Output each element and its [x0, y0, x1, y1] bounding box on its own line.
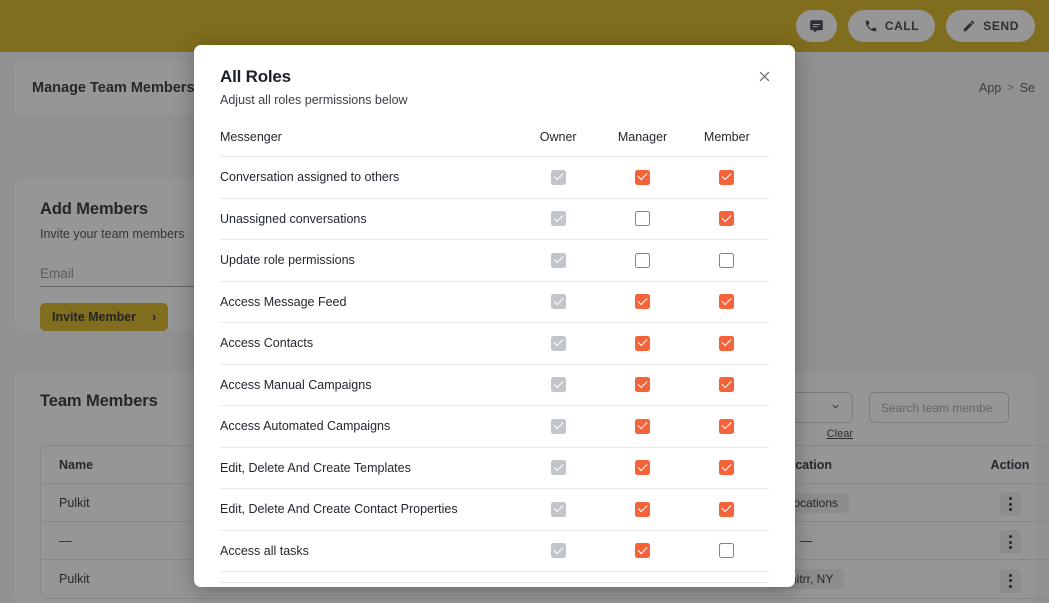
permission-row: Access Message Feed	[220, 282, 769, 323]
permission-row: Edit, Delete And Create Templates	[220, 448, 769, 489]
column-header-member: Member	[703, 130, 750, 144]
permission-label: Access Contacts	[220, 336, 314, 351]
permission-label: Edit, Delete And Create Templates	[220, 460, 411, 475]
checkbox-owner	[550, 335, 566, 351]
checkbox-manager[interactable]	[635, 377, 651, 393]
permission-label: Conversation assigned to others	[220, 170, 400, 185]
checkbox-manager[interactable]	[635, 460, 651, 476]
permission-row: Conversation assigned to others	[220, 157, 769, 199]
checkbox-member[interactable]	[719, 252, 735, 268]
permission-row: Access Contacts	[220, 323, 769, 365]
permission-row: Access Manual Campaigns	[220, 365, 769, 406]
checkbox-owner	[550, 169, 566, 185]
modal-subtitle: Adjust all roles permissions below	[220, 93, 408, 107]
checkbox-owner	[550, 460, 566, 476]
permission-row: Access all tasks	[220, 531, 769, 572]
modal-header: All Roles Adjust all roles permissions b…	[194, 45, 795, 107]
modal-footer	[220, 582, 769, 587]
checkbox-member[interactable]	[719, 377, 735, 393]
checkbox-member[interactable]	[719, 169, 735, 185]
checkbox-manager[interactable]	[635, 252, 651, 268]
all-roles-modal: All Roles Adjust all roles permissions b…	[194, 45, 795, 587]
checkbox-manager[interactable]	[635, 169, 651, 185]
permission-label: Edit, Delete And Create Contact Properti…	[220, 502, 458, 517]
checkbox-owner	[550, 252, 566, 268]
permission-row: Unassigned conversations	[220, 199, 769, 240]
column-header-owner: Owner	[539, 130, 577, 144]
column-header-manager: Manager	[617, 130, 668, 144]
checkbox-manager[interactable]	[635, 294, 651, 310]
checkbox-manager[interactable]	[635, 335, 651, 351]
permission-row: Update role permissions	[220, 240, 769, 282]
permission-row: Access Automated Campaigns	[220, 406, 769, 448]
checkbox-owner	[550, 211, 566, 227]
checkbox-owner	[550, 501, 566, 517]
checkbox-manager[interactable]	[635, 501, 651, 517]
permissions-header-row: Messenger Owner Manager Member	[220, 127, 769, 157]
checkbox-member[interactable]	[719, 211, 735, 227]
permission-label: Access Automated Campaigns	[220, 419, 391, 434]
column-header-messenger: Messenger	[220, 130, 282, 144]
checkbox-member[interactable]	[719, 543, 735, 559]
checkbox-owner	[550, 418, 566, 434]
checkbox-member[interactable]	[719, 460, 735, 476]
checkbox-manager[interactable]	[635, 418, 651, 434]
permission-label: Unassigned conversations	[220, 211, 367, 226]
checkbox-owner	[550, 294, 566, 310]
permission-label: Access Manual Campaigns	[220, 377, 372, 392]
permission-row: Edit, Delete And Create Contact Properti…	[220, 489, 769, 531]
checkbox-owner	[550, 543, 566, 559]
checkbox-manager[interactable]	[635, 543, 651, 559]
permission-label: Access Message Feed	[220, 294, 347, 309]
checkbox-manager[interactable]	[635, 211, 651, 227]
permission-label: Update role permissions	[220, 253, 355, 268]
checkbox-member[interactable]	[719, 501, 735, 517]
checkbox-owner	[550, 377, 566, 393]
permissions-list: Conversation assigned to others Unassigne…	[220, 157, 769, 572]
checkbox-member[interactable]	[719, 418, 735, 434]
checkbox-member[interactable]	[719, 335, 735, 351]
checkbox-member[interactable]	[719, 294, 735, 310]
close-icon[interactable]	[751, 63, 777, 89]
permission-label: Access all tasks	[220, 543, 309, 558]
modal-title: All Roles	[220, 67, 291, 86]
